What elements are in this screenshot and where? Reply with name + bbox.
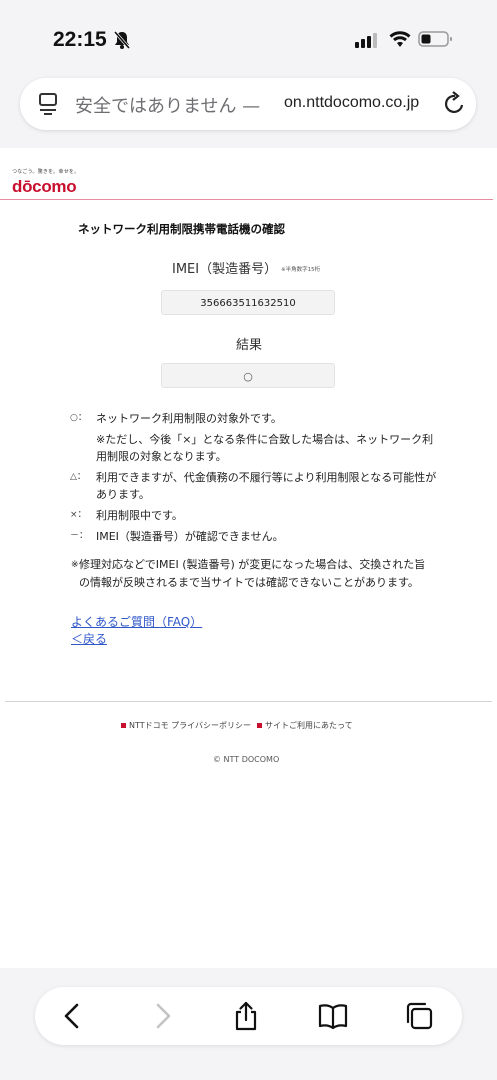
url-domain[interactable]: on.nttdocomo.co.jp	[284, 94, 419, 112]
legend-row-unknown: －： IMEI（製造番号）が確認できません。	[70, 528, 440, 545]
tabs-icon[interactable]	[403, 1000, 435, 1032]
imei-label: IMEI（製造番号）	[172, 262, 278, 277]
brand-tagline: つなごう。驚きを。幸せを。	[12, 169, 80, 175]
status-legend: ○： ネットワーク利用制限の対象外です。 ※ただし、今後「×」となる条件に合致し…	[70, 410, 440, 549]
docomo-brand[interactable]: つなごう。驚きを。幸せを。 dōcomo	[12, 168, 79, 197]
legend-symbol: ○：	[70, 413, 87, 423]
address-bar[interactable]: 安全ではありません — on.nttdocomo.co.jp	[20, 78, 476, 130]
browser-toolbar	[35, 987, 462, 1045]
back-link[interactable]: ＜戻る	[71, 630, 107, 647]
footer-divider	[5, 701, 492, 702]
status-time: 22:15	[53, 28, 107, 51]
legend-symbol: ×：	[70, 510, 87, 520]
legend-row-restricted: ×： 利用制限中です。	[70, 507, 440, 524]
legend-row-note: ※ただし、今後「×」となる条件に合致した場合は、ネットワーク利用制限の対象となり…	[70, 431, 440, 465]
header-divider	[0, 199, 493, 200]
wifi-icon	[389, 31, 411, 47]
legend-text: 利用制限中です。	[96, 509, 183, 522]
result-field: ○	[161, 363, 335, 388]
imei-field: 356663511632510	[161, 290, 335, 315]
footer-links: NTTドコモ プライバシーポリシー サイトご利用にあたって	[121, 720, 353, 731]
imei-change-notice: ※ 修理対応などでIMEI (製造番号) が変更になった場合は、交換された旨の情…	[71, 556, 431, 592]
notice-mark: ※	[71, 560, 79, 570]
legend-text: IMEI（製造番号）が確認できません。	[96, 530, 284, 543]
notice-text: 修理対応などでIMEI (製造番号) が変更になった場合は、交換された旨の情報が…	[79, 558, 426, 589]
legend-row-ok: ○： ネットワーク利用制限の対象外です。	[70, 410, 440, 427]
page-settings-icon[interactable]	[38, 92, 60, 116]
copyright: © NTT DOCOMO	[213, 755, 280, 764]
bullet-icon	[257, 723, 262, 728]
reload-icon[interactable]	[443, 91, 467, 117]
legend-symbol: △：	[70, 472, 86, 482]
status-bar: 22:15	[0, 0, 497, 70]
legend-row-caution: △： 利用できますが、代金債務の不履行等により利用制限となる可能性があります。	[70, 469, 440, 503]
back-icon[interactable]	[57, 1000, 89, 1032]
legend-text: ※ただし、今後「×」となる条件に合致した場合は、ネットワーク利用制限の対象となり…	[96, 433, 434, 463]
share-icon[interactable]	[230, 1000, 262, 1032]
battery-icon	[418, 31, 452, 47]
page-title: ネットワーク利用制限携帯電話機の確認	[78, 222, 285, 236]
cellular-signal-icon	[355, 33, 377, 48]
legend-text: ネットワーク利用制限の対象外です。	[96, 412, 282, 425]
imei-note: ※半角数字15桁	[281, 267, 321, 273]
insecure-warning: 安全ではありません —	[75, 96, 261, 117]
result-label: 結果	[236, 338, 263, 353]
bell-muted-icon	[113, 31, 131, 49]
legend-text: 利用できますが、代金債務の不履行等により利用制限となる可能性があります。	[96, 471, 437, 501]
bullet-icon	[121, 723, 126, 728]
faq-link[interactable]: よくあるご質問（FAQ）	[71, 613, 202, 630]
forward-icon[interactable]	[146, 1000, 178, 1032]
bookmarks-icon[interactable]	[317, 1000, 349, 1032]
site-terms-link[interactable]: サイトご利用にあたって	[265, 721, 353, 730]
privacy-policy-link[interactable]: NTTドコモ プライバシーポリシー	[129, 721, 251, 730]
docomo-logo[interactable]: dōcomo	[12, 177, 79, 197]
legend-symbol: －：	[70, 531, 89, 541]
